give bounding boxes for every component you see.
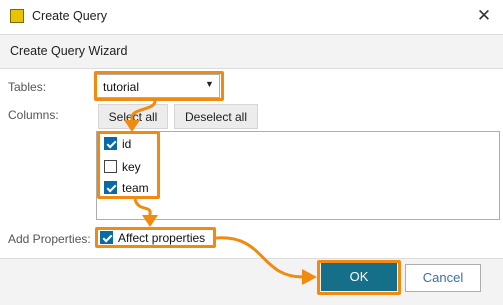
columns-label: Columns: [8,108,59,122]
window-title: Create Query [32,9,108,23]
close-icon[interactable]: ✕ [470,3,498,29]
add-properties-label: Add Properties: [8,232,91,246]
affect-properties-highlight [95,227,216,248]
columns-highlight [97,131,160,199]
select-all-button[interactable]: Select all [98,104,168,129]
tables-highlight [94,71,224,101]
cancel-button[interactable]: Cancel [405,264,481,292]
deselect-all-button[interactable]: Deselect all [174,104,258,129]
ok-highlight [317,260,401,295]
wizard-title: Create Query Wizard [10,44,128,58]
query-app-icon [10,9,24,23]
tables-label: Tables: [8,80,47,94]
